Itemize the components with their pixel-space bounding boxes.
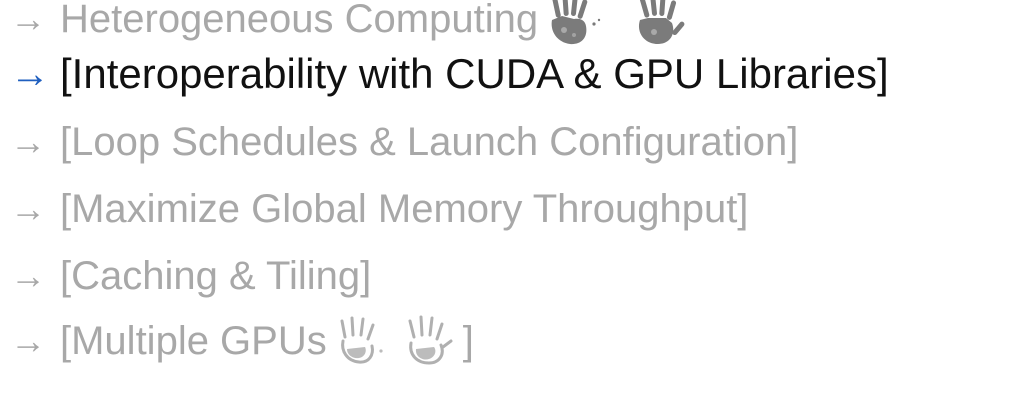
hands-icon — [333, 315, 457, 367]
arrow-icon: → — [10, 121, 46, 162]
arrow-icon: → — [10, 320, 46, 361]
agenda-item-heterogeneous-computing: → Heterogeneous Computing — [10, 0, 692, 48]
right-hand-outline — [408, 315, 453, 365]
arrow-icon: → — [10, 188, 46, 229]
agenda-item-suffix: ] — [462, 319, 474, 363]
agenda-item-label: [Multiple GPUs — [60, 319, 327, 363]
agenda-list: → Heterogeneous Computing → [Interoperab… — [10, 0, 1010, 400]
agenda-item-multiple-gpus: → [Multiple GPUs] — [10, 315, 474, 367]
right-hand-print — [639, 0, 685, 44]
agenda-item-label: [Interoperability with CUDA & GPU Librar… — [60, 50, 889, 97]
agenda-item-global-memory: → [Maximize Global Memory Throughput] — [10, 185, 748, 233]
arrow-icon: → — [10, 0, 46, 39]
agenda-item-loop-schedules: → [Loop Schedules & Launch Configuration… — [10, 118, 798, 166]
left-hand-outline — [340, 316, 383, 364]
hands-icon — [544, 0, 692, 48]
agenda-item-label: [Maximize Global Memory Throughput] — [60, 187, 749, 231]
agenda-item-label: Heterogeneous Computing — [60, 0, 539, 41]
agenda-item-caching-tiling: → [Caching & Tiling] — [10, 252, 371, 300]
arrow-icon: → — [10, 52, 50, 96]
left-hand-print — [551, 0, 601, 45]
agenda-item-interoperability: → [Interoperability with CUDA & GPU Libr… — [10, 50, 889, 98]
arrow-icon: → — [10, 255, 46, 296]
agenda-item-label: [Loop Schedules & Launch Configuration] — [60, 120, 799, 164]
agenda-item-label: [Caching & Tiling] — [60, 254, 372, 298]
